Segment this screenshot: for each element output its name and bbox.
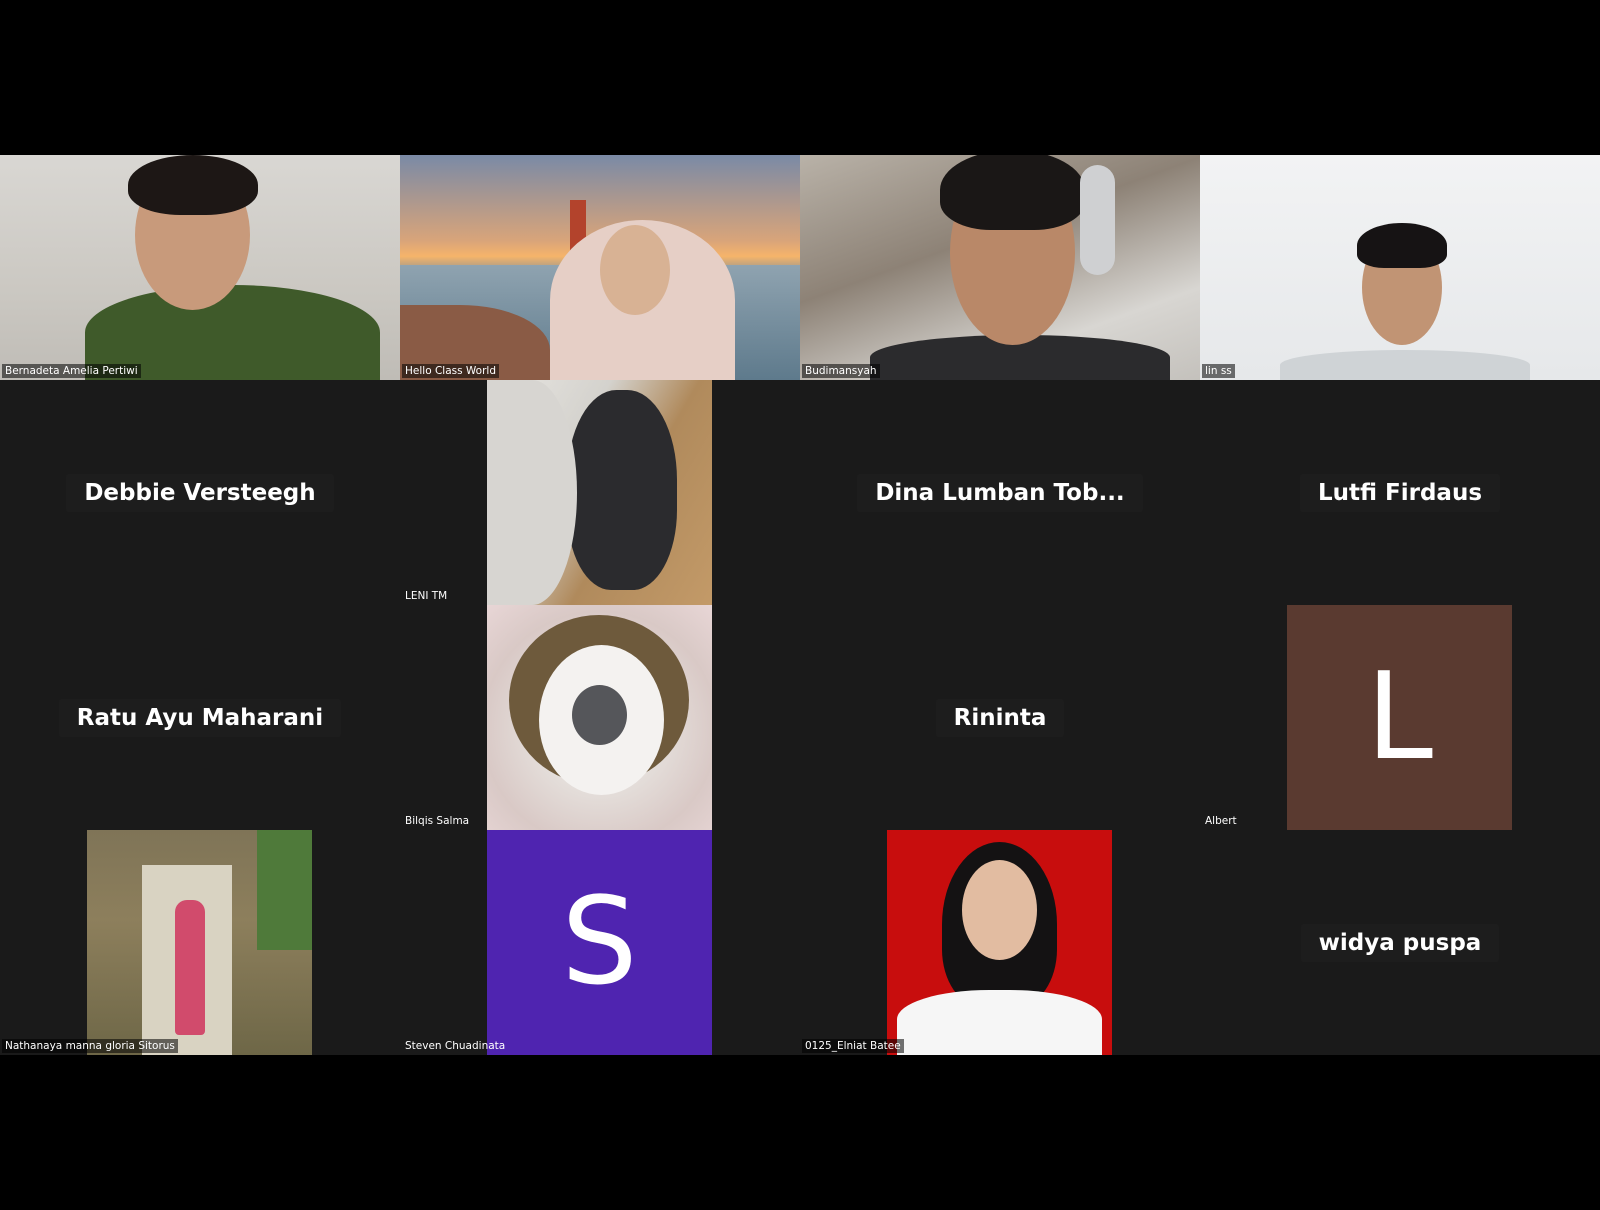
tile-widya-puspa[interactable]: widya puspa: [1200, 830, 1600, 1055]
participant-name-tag: Bernadeta Amelia Pertiwi: [2, 364, 141, 378]
participant-name-tag: LENI TM: [405, 590, 448, 602]
video-tile-hello-class-world[interactable]: Hello Class World: [400, 155, 800, 380]
participant-name-tag: Albert: [1205, 815, 1237, 827]
cat-shape: [487, 380, 577, 605]
participant-hair: [1357, 223, 1447, 268]
plants: [257, 830, 312, 950]
participant-hair: [940, 155, 1085, 230]
profile-picture-kitten: [487, 380, 712, 605]
tile-dina-lumban[interactable]: Dina Lumban Tob...: [800, 380, 1200, 605]
participant-name-tag: Budimansyah: [802, 364, 880, 378]
tile-ratu-ayu-maharani[interactable]: Ratu Ayu Maharani: [0, 605, 400, 830]
participant-display-name: Debbie Versteegh: [0, 473, 400, 512]
participant-hair: [128, 155, 258, 215]
tile-leni-tm[interactable]: LENI TM: [400, 380, 800, 605]
participant-name-tag: Hello Class World: [402, 364, 500, 378]
participant-silhouette: [1280, 350, 1530, 380]
meeting-window: Bernadeta Amelia Pertiwi Hello Class Wor…: [0, 0, 1600, 1210]
participant-display-name: Rininta: [800, 698, 1200, 737]
headphones-icon: [1080, 165, 1115, 275]
participant-head: [600, 225, 670, 315]
participant-name-tag: Steven Chuadinata: [405, 1040, 506, 1052]
tile-lutfi-firdaus[interactable]: Lutfi Firdaus: [1200, 380, 1600, 605]
tile-debbie-versteegh[interactable]: Debbie Versteegh: [0, 380, 400, 605]
participant-name-tag: Bilqis Salma: [405, 815, 470, 827]
tile-steven-chuadinata[interactable]: S Steven Chuadinata: [400, 830, 800, 1055]
participant-display-name: Dina Lumban Tob...: [800, 473, 1200, 512]
participant-display-name: Lutfi Firdaus: [1200, 473, 1600, 512]
hedgehog-nose: [572, 685, 627, 745]
kitten-shape: [567, 390, 677, 590]
portrait-shirt: [897, 990, 1102, 1055]
portrait-face: [962, 860, 1037, 960]
gallery-view: Bernadeta Amelia Pertiwi Hello Class Wor…: [0, 155, 1600, 1055]
participant-name-tag: Nathanaya manna gloria Sitorus: [2, 1039, 178, 1053]
participant-name-tag: lin ss: [1202, 364, 1235, 378]
participant-display-name: Ratu Ayu Maharani: [0, 698, 400, 737]
person-figure: [175, 900, 205, 1035]
participant-name-tag: 0125_Elniat Batee: [802, 1039, 904, 1053]
profile-picture-gate: [87, 830, 312, 1055]
tile-elniat-batee[interactable]: 0125_Elniat Batee: [800, 830, 1200, 1055]
avatar: L: [1287, 605, 1512, 830]
video-tile-bernadeta[interactable]: Bernadeta Amelia Pertiwi: [0, 155, 400, 380]
tile-nathanaya[interactable]: Nathanaya manna gloria Sitorus: [0, 830, 400, 1055]
tile-bilqis-salma[interactable]: Bilqis Salma: [400, 605, 800, 830]
profile-picture-portrait: [887, 830, 1112, 1055]
video-tile-lin-ss[interactable]: lin ss: [1200, 155, 1600, 380]
avatar: S: [487, 830, 712, 1055]
tile-albert[interactable]: L Albert: [1200, 605, 1600, 830]
video-tile-budimansyah[interactable]: Budimansyah: [800, 155, 1200, 380]
participant-display-name: widya puspa: [1200, 923, 1600, 962]
tile-rininta[interactable]: Rininta: [800, 605, 1200, 830]
profile-picture-hedgehog: [487, 605, 712, 830]
